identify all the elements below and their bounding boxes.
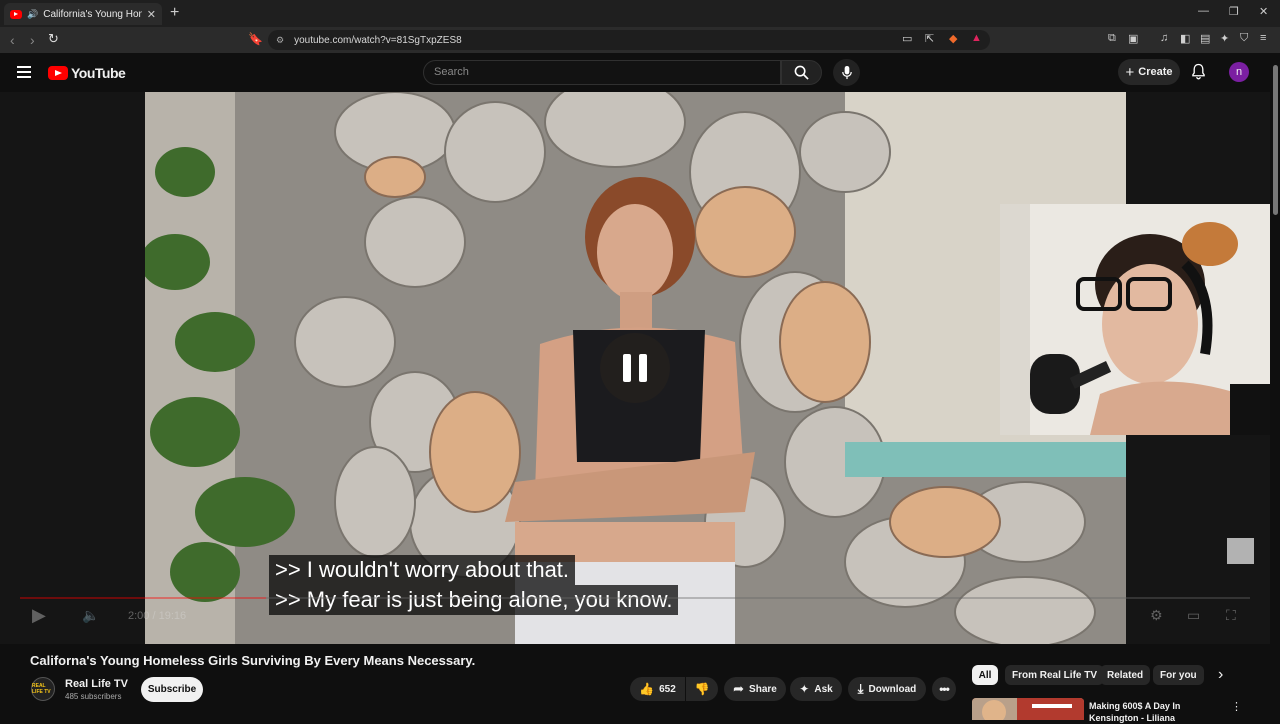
restore-button[interactable]: ❐ bbox=[1229, 5, 1239, 18]
more-icon: ••• bbox=[939, 682, 950, 696]
streamer-facecam bbox=[1000, 204, 1270, 435]
volume-icon[interactable]: 🔈 bbox=[82, 607, 99, 624]
account-avatar[interactable]: n bbox=[1229, 62, 1249, 82]
like-button[interactable]: 👍 652 bbox=[630, 677, 685, 701]
chevron-right-icon[interactable]: › bbox=[1218, 666, 1223, 684]
share-button[interactable]: ➦ Share bbox=[724, 677, 786, 701]
browser-tab-bar: 🔊 California's Young Homeless G ✕ + — ❐ … bbox=[0, 0, 1280, 27]
pause-icon-bar-right bbox=[639, 354, 647, 382]
more-actions-button[interactable]: ••• bbox=[932, 677, 956, 701]
subscribe-button[interactable]: Subscribe bbox=[141, 677, 203, 702]
search-button[interactable] bbox=[781, 60, 822, 85]
subscriber-count: 485 subscribers bbox=[65, 692, 122, 701]
thumbs-up-icon: 👍 bbox=[639, 682, 655, 696]
forward-icon[interactable]: › bbox=[30, 32, 35, 48]
player-controls: ▶ 🔈 2:00 / 19:16 ⚙ ▭ ⛶ bbox=[0, 597, 1270, 643]
play-icon[interactable]: ▶ bbox=[32, 605, 46, 626]
minimize-button[interactable]: — bbox=[1198, 5, 1209, 17]
recommended-more-icon[interactable]: ⋮ bbox=[1231, 700, 1242, 713]
youtube-logo[interactable]: YouTube bbox=[48, 65, 126, 81]
bell-icon bbox=[1192, 63, 1205, 80]
back-icon[interactable]: ‹ bbox=[10, 32, 15, 48]
like-count: 652 bbox=[659, 683, 676, 695]
close-window-button[interactable]: ✕ bbox=[1259, 5, 1268, 18]
chip-for-you[interactable]: For you bbox=[1153, 665, 1204, 685]
time-display: 2:00 / 19:16 bbox=[128, 610, 187, 622]
recommended-thumbnail[interactable] bbox=[972, 698, 1084, 720]
sidebar-icon[interactable]: ◧ bbox=[1180, 32, 1190, 45]
watch-metadata: Californa's Young Homeless Girls Survivi… bbox=[0, 644, 1280, 723]
ask-label: Ask bbox=[814, 683, 833, 695]
page-scrollbar[interactable] bbox=[1271, 53, 1280, 720]
download-button[interactable]: ⤓ Download bbox=[848, 677, 926, 701]
reload-icon[interactable]: ↻ bbox=[48, 31, 59, 47]
leo-ai-icon[interactable]: ✦ bbox=[1220, 32, 1229, 45]
browser-tab[interactable]: 🔊 California's Young Homeless G ✕ bbox=[4, 3, 162, 25]
share-page-icon[interactable]: ⇱ bbox=[925, 32, 934, 45]
youtube-play-icon bbox=[48, 66, 68, 80]
vpn-icon[interactable]: ⛉ bbox=[1240, 32, 1248, 45]
ask-button[interactable]: ✦ Ask bbox=[790, 677, 842, 701]
video-title: Californa's Young Homeless Girls Survivi… bbox=[30, 653, 476, 668]
plus-icon: + bbox=[1125, 63, 1135, 81]
download-label: Download bbox=[868, 683, 917, 695]
fullscreen-icon[interactable]: ⛶ bbox=[1226, 607, 1236, 624]
wallet-icon[interactable]: ▤ bbox=[1200, 32, 1210, 45]
dislike-button[interactable]: 👎 bbox=[686, 677, 718, 701]
site-info-icon[interactable]: ⚙ bbox=[276, 35, 284, 46]
channel-name[interactable]: Real Life TV bbox=[65, 678, 128, 690]
url-field[interactable]: ⚙ youtube.com/watch?v=81SgTxpZES8 bbox=[268, 30, 990, 50]
voice-search-button[interactable] bbox=[833, 59, 860, 86]
share-label: Share bbox=[749, 683, 777, 695]
share-icon: ➦ bbox=[733, 681, 745, 696]
address-bar-row: ‹ › ↻ 🔖 ⚙ youtube.com/watch?v=81SgTxpZES… bbox=[0, 27, 1280, 53]
extensions-icon[interactable]: ⧉ bbox=[1108, 32, 1116, 45]
facecam-scene bbox=[1000, 204, 1270, 435]
recommended-thumbnail-scene bbox=[972, 698, 1084, 720]
microphone-icon bbox=[841, 65, 852, 80]
channel-avatar[interactable]: REAL LIFE TV bbox=[31, 677, 55, 701]
guide-menu-icon[interactable] bbox=[17, 66, 31, 78]
close-tab-icon[interactable]: ✕ bbox=[147, 8, 156, 21]
progress-played bbox=[20, 597, 266, 599]
bookmark-icon[interactable]: 🔖 bbox=[248, 32, 263, 46]
pause-icon-bar-left bbox=[623, 354, 631, 382]
download-icon: ⤓ bbox=[857, 681, 864, 696]
caption-line-1: >> I wouldn't worry about that. bbox=[269, 555, 576, 585]
tab-title: California's Young Homeless G bbox=[43, 8, 142, 20]
url-text: youtube.com/watch?v=81SgTxpZES8 bbox=[294, 34, 462, 46]
create-label: Create bbox=[1138, 66, 1173, 78]
create-button[interactable]: + Create bbox=[1118, 59, 1180, 85]
music-icon[interactable]: ♫ bbox=[1160, 32, 1168, 44]
sparkle-icon: ✦ bbox=[799, 682, 810, 696]
chip-from-channel[interactable]: From Real Life TV bbox=[1005, 665, 1105, 685]
youtube-favicon-icon bbox=[10, 9, 22, 19]
chip-all[interactable]: All bbox=[972, 665, 998, 685]
pause-overlay-button[interactable] bbox=[600, 333, 670, 403]
thumbs-down-icon: 👎 bbox=[694, 682, 710, 696]
menu-icon[interactable]: ≡ bbox=[1260, 32, 1266, 44]
cast-icon[interactable]: ▭ bbox=[902, 32, 912, 45]
scrollbar-thumb[interactable] bbox=[1273, 65, 1278, 215]
speaker-icon: 🔊 bbox=[27, 8, 39, 19]
logo-text: YouTube bbox=[71, 65, 126, 81]
theater-mode-icon[interactable]: ▭ bbox=[1187, 607, 1200, 624]
search-input[interactable]: Search bbox=[423, 60, 781, 85]
notifications-button[interactable] bbox=[1191, 63, 1206, 85]
recommended-title[interactable]: Making 600$ A Day In Kensington - Lilian… bbox=[1089, 700, 1209, 724]
new-tab-button[interactable]: + bbox=[170, 4, 179, 22]
settings-icon[interactable]: ⚙ bbox=[1150, 607, 1163, 624]
screenshot-icon[interactable]: ▣ bbox=[1128, 32, 1138, 45]
progress-bar[interactable] bbox=[20, 597, 1250, 599]
search-icon bbox=[794, 65, 809, 80]
video-player[interactable]: >> I wouldn't worry about that. >> My fe… bbox=[0, 92, 1270, 644]
chip-related[interactable]: Related bbox=[1100, 665, 1151, 685]
youtube-header: YouTube Search + Create n bbox=[0, 53, 1280, 92]
brave-shield-icon[interactable]: ◆ bbox=[949, 32, 957, 45]
miniplayer-overlay[interactable] bbox=[1227, 538, 1254, 564]
rewards-icon[interactable]: ▲ bbox=[971, 32, 982, 44]
